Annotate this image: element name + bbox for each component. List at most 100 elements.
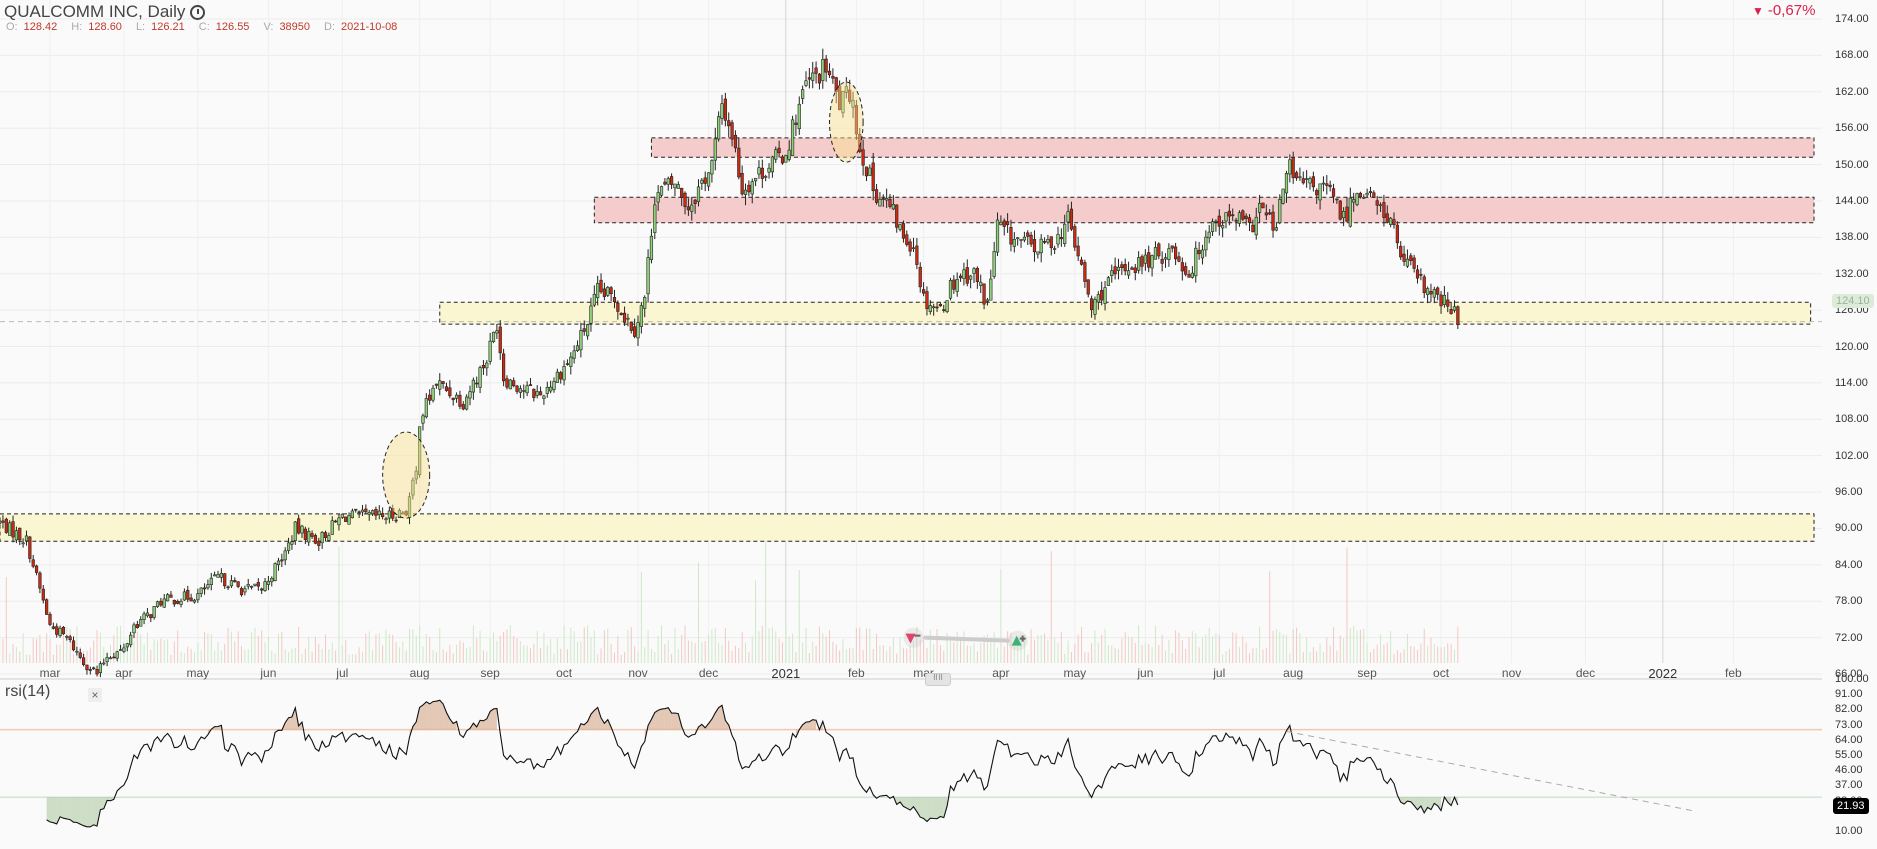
candle-body <box>102 662 106 665</box>
rsi-extreme-fill <box>439 700 444 730</box>
candle-body <box>743 189 748 195</box>
candle-body <box>317 540 321 546</box>
candle-body <box>135 624 139 628</box>
rsi-extreme-fill <box>422 701 427 730</box>
clock-icon[interactable] <box>190 4 206 20</box>
ohlc-value: 126.21 <box>151 21 185 33</box>
candle-body <box>286 542 291 551</box>
trade-markers[interactable] <box>903 627 1028 651</box>
candle-body <box>868 167 872 176</box>
candle-body <box>1210 221 1215 232</box>
candle-body <box>1402 253 1406 262</box>
candle-body <box>182 591 187 601</box>
candle-body <box>45 599 49 615</box>
rsi-close-button[interactable]: × <box>88 688 102 702</box>
resistance-zone-lower[interactable] <box>593 196 1815 224</box>
candle-body <box>115 651 119 659</box>
candle-body <box>266 580 271 585</box>
rsi-extreme-fill <box>937 797 941 819</box>
rsi-extreme-fill <box>80 797 84 826</box>
candle-body <box>874 189 879 203</box>
rsi-tick: 37.00 <box>1835 779 1863 792</box>
candle-body <box>1439 294 1443 307</box>
candle-body <box>827 70 832 76</box>
candle-body <box>1288 159 1292 175</box>
candle-body <box>441 381 445 384</box>
rsi-extreme-fill <box>433 701 437 730</box>
candle-body <box>357 511 361 514</box>
candle-body <box>1049 236 1053 249</box>
last-price-label: 124.10 <box>1832 294 1874 308</box>
candle-body <box>223 573 227 587</box>
breakout-ellipse[interactable] <box>382 431 431 519</box>
candle-body <box>132 624 136 634</box>
candle-body <box>686 206 690 211</box>
candle-body <box>1207 231 1211 239</box>
rsi-extreme-fill <box>288 716 292 730</box>
candle-body <box>653 204 657 233</box>
candle-body <box>471 379 475 393</box>
candle-body <box>1452 306 1457 311</box>
pane-resize-handle[interactable]: ⠿⠿ <box>925 673 951 686</box>
candle-body <box>108 657 113 660</box>
rsi-extreme-fill <box>86 797 91 827</box>
candle-body <box>199 587 203 594</box>
candle-body <box>320 531 324 544</box>
price-tick: 144.00 <box>1835 194 1869 207</box>
rsi-extreme-fill <box>920 797 924 819</box>
candle-body <box>760 167 764 179</box>
candle-body <box>639 305 643 327</box>
rsi-tick: 46.00 <box>1835 764 1863 777</box>
rsi-extreme-fill <box>46 797 50 822</box>
candle-body <box>888 198 892 207</box>
candle-body <box>1234 219 1238 222</box>
candle-body <box>982 283 986 305</box>
candle-body <box>243 588 247 593</box>
top-ellipse[interactable] <box>829 81 864 163</box>
candle-body <box>1429 291 1433 295</box>
candle-body <box>374 508 378 516</box>
candle-body <box>942 309 946 311</box>
candle-body <box>491 331 496 342</box>
candle-body <box>21 542 25 545</box>
candle-body <box>1294 172 1299 179</box>
candle-body <box>1224 212 1228 222</box>
candle-body <box>764 176 768 178</box>
candle-body <box>1137 257 1141 271</box>
rsi-extreme-fill <box>53 797 57 824</box>
rsi-current-value: 21.93 <box>1833 798 1869 814</box>
time-tick: aug <box>409 666 430 680</box>
candle-body <box>673 183 677 189</box>
candle-body <box>1301 178 1305 184</box>
price-tick: 120.00 <box>1835 340 1869 353</box>
support-zone-lower[interactable] <box>0 513 1815 542</box>
price-tick: 138.00 <box>1835 231 1869 244</box>
candle-body <box>807 77 811 80</box>
candle-body <box>307 531 311 543</box>
candle-body <box>246 584 250 587</box>
candle-body <box>1103 287 1107 304</box>
time-tick: 2021 <box>771 666 801 681</box>
rsi-extreme-fill <box>674 713 679 730</box>
candle-body <box>186 589 190 600</box>
zones[interactable] <box>0 137 1822 542</box>
candle-body <box>753 177 758 182</box>
rsi-tick: 100.00 <box>1835 673 1869 685</box>
candle-body <box>337 517 341 526</box>
candle-body <box>226 586 230 589</box>
candle-body <box>1446 299 1450 307</box>
candle-body <box>370 510 375 515</box>
candle-body <box>985 299 990 302</box>
candle-body <box>817 73 822 84</box>
candle-body <box>1271 211 1275 231</box>
chart-canvas[interactable] <box>0 0 1877 849</box>
candle-body <box>616 302 620 312</box>
candle-body <box>1244 215 1248 219</box>
candle-body <box>1069 208 1074 230</box>
rsi-extreme-fill <box>661 708 665 730</box>
rsi-extreme-fill <box>93 797 98 827</box>
time-tick: dec <box>698 666 719 680</box>
candle-body <box>1227 210 1231 217</box>
candle-body <box>918 266 922 288</box>
resistance-zone-upper[interactable] <box>650 137 1815 158</box>
